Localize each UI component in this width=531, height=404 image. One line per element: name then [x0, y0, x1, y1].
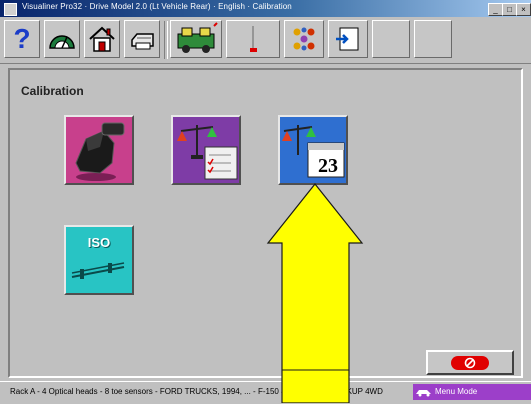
help-icon: ?: [13, 23, 31, 54]
calendar-day: 23: [318, 155, 338, 177]
iso-calibration-tile[interactable]: ISO: [64, 225, 134, 295]
home-button[interactable]: [84, 20, 120, 58]
printer-icon: [131, 33, 154, 50]
sensor-calibration-tile[interactable]: [64, 115, 134, 185]
toolbar-separator: [164, 21, 168, 59]
vehicle-measurement-button[interactable]: [226, 20, 280, 58]
scale-checklist-tile[interactable]: [171, 115, 241, 185]
toolbar-empty-button-2[interactable]: [414, 20, 452, 58]
scale-calendar-tile[interactable]: 23: [278, 115, 348, 185]
window-titlebar: Visualiner Pro32 · Drive Model 2.0 (Lt V…: [0, 0, 531, 17]
toolbar: ?: [0, 17, 531, 64]
home-icon: [89, 26, 115, 52]
sensor-head-icon: [75, 122, 125, 181]
exit-button[interactable]: [426, 350, 514, 375]
mode-indicator: Menu Mode: [413, 384, 531, 400]
toolbar-empty-button-1[interactable]: [372, 20, 410, 58]
wheel-adjust-button[interactable]: [284, 20, 324, 58]
maximize-button[interactable]: □: [502, 3, 517, 16]
program-options-icon: [336, 27, 359, 51]
wheel-adjust-icon: [293, 27, 315, 51]
help-button[interactable]: ?: [4, 20, 40, 58]
cancel-icon: [451, 355, 489, 370]
status-text: Rack A - 4 Optical heads - 8 toe sensors…: [10, 387, 383, 396]
alignment-icon: [49, 35, 75, 49]
minimize-button[interactable]: _: [488, 3, 503, 16]
mode-label: Menu Mode: [435, 387, 478, 396]
alignment-button[interactable]: [44, 20, 80, 58]
close-button[interactable]: ×: [516, 3, 531, 16]
app-icon: [4, 3, 17, 16]
car-icon: [416, 390, 431, 397]
vehicle-specs-button[interactable]: [170, 20, 222, 58]
window-title: Visualiner Pro32 · Drive Model 2.0 (Lt V…: [22, 2, 292, 11]
program-options-button[interactable]: [328, 20, 368, 58]
vehicle-specs-icon: [177, 22, 218, 53]
print-button[interactable]: [124, 20, 160, 58]
iso-bars-icon: [71, 262, 125, 279]
scale-checklist-icon: [177, 125, 238, 180]
page-title: Calibration: [21, 84, 84, 98]
vehicle-measurement-icon: [250, 26, 257, 52]
